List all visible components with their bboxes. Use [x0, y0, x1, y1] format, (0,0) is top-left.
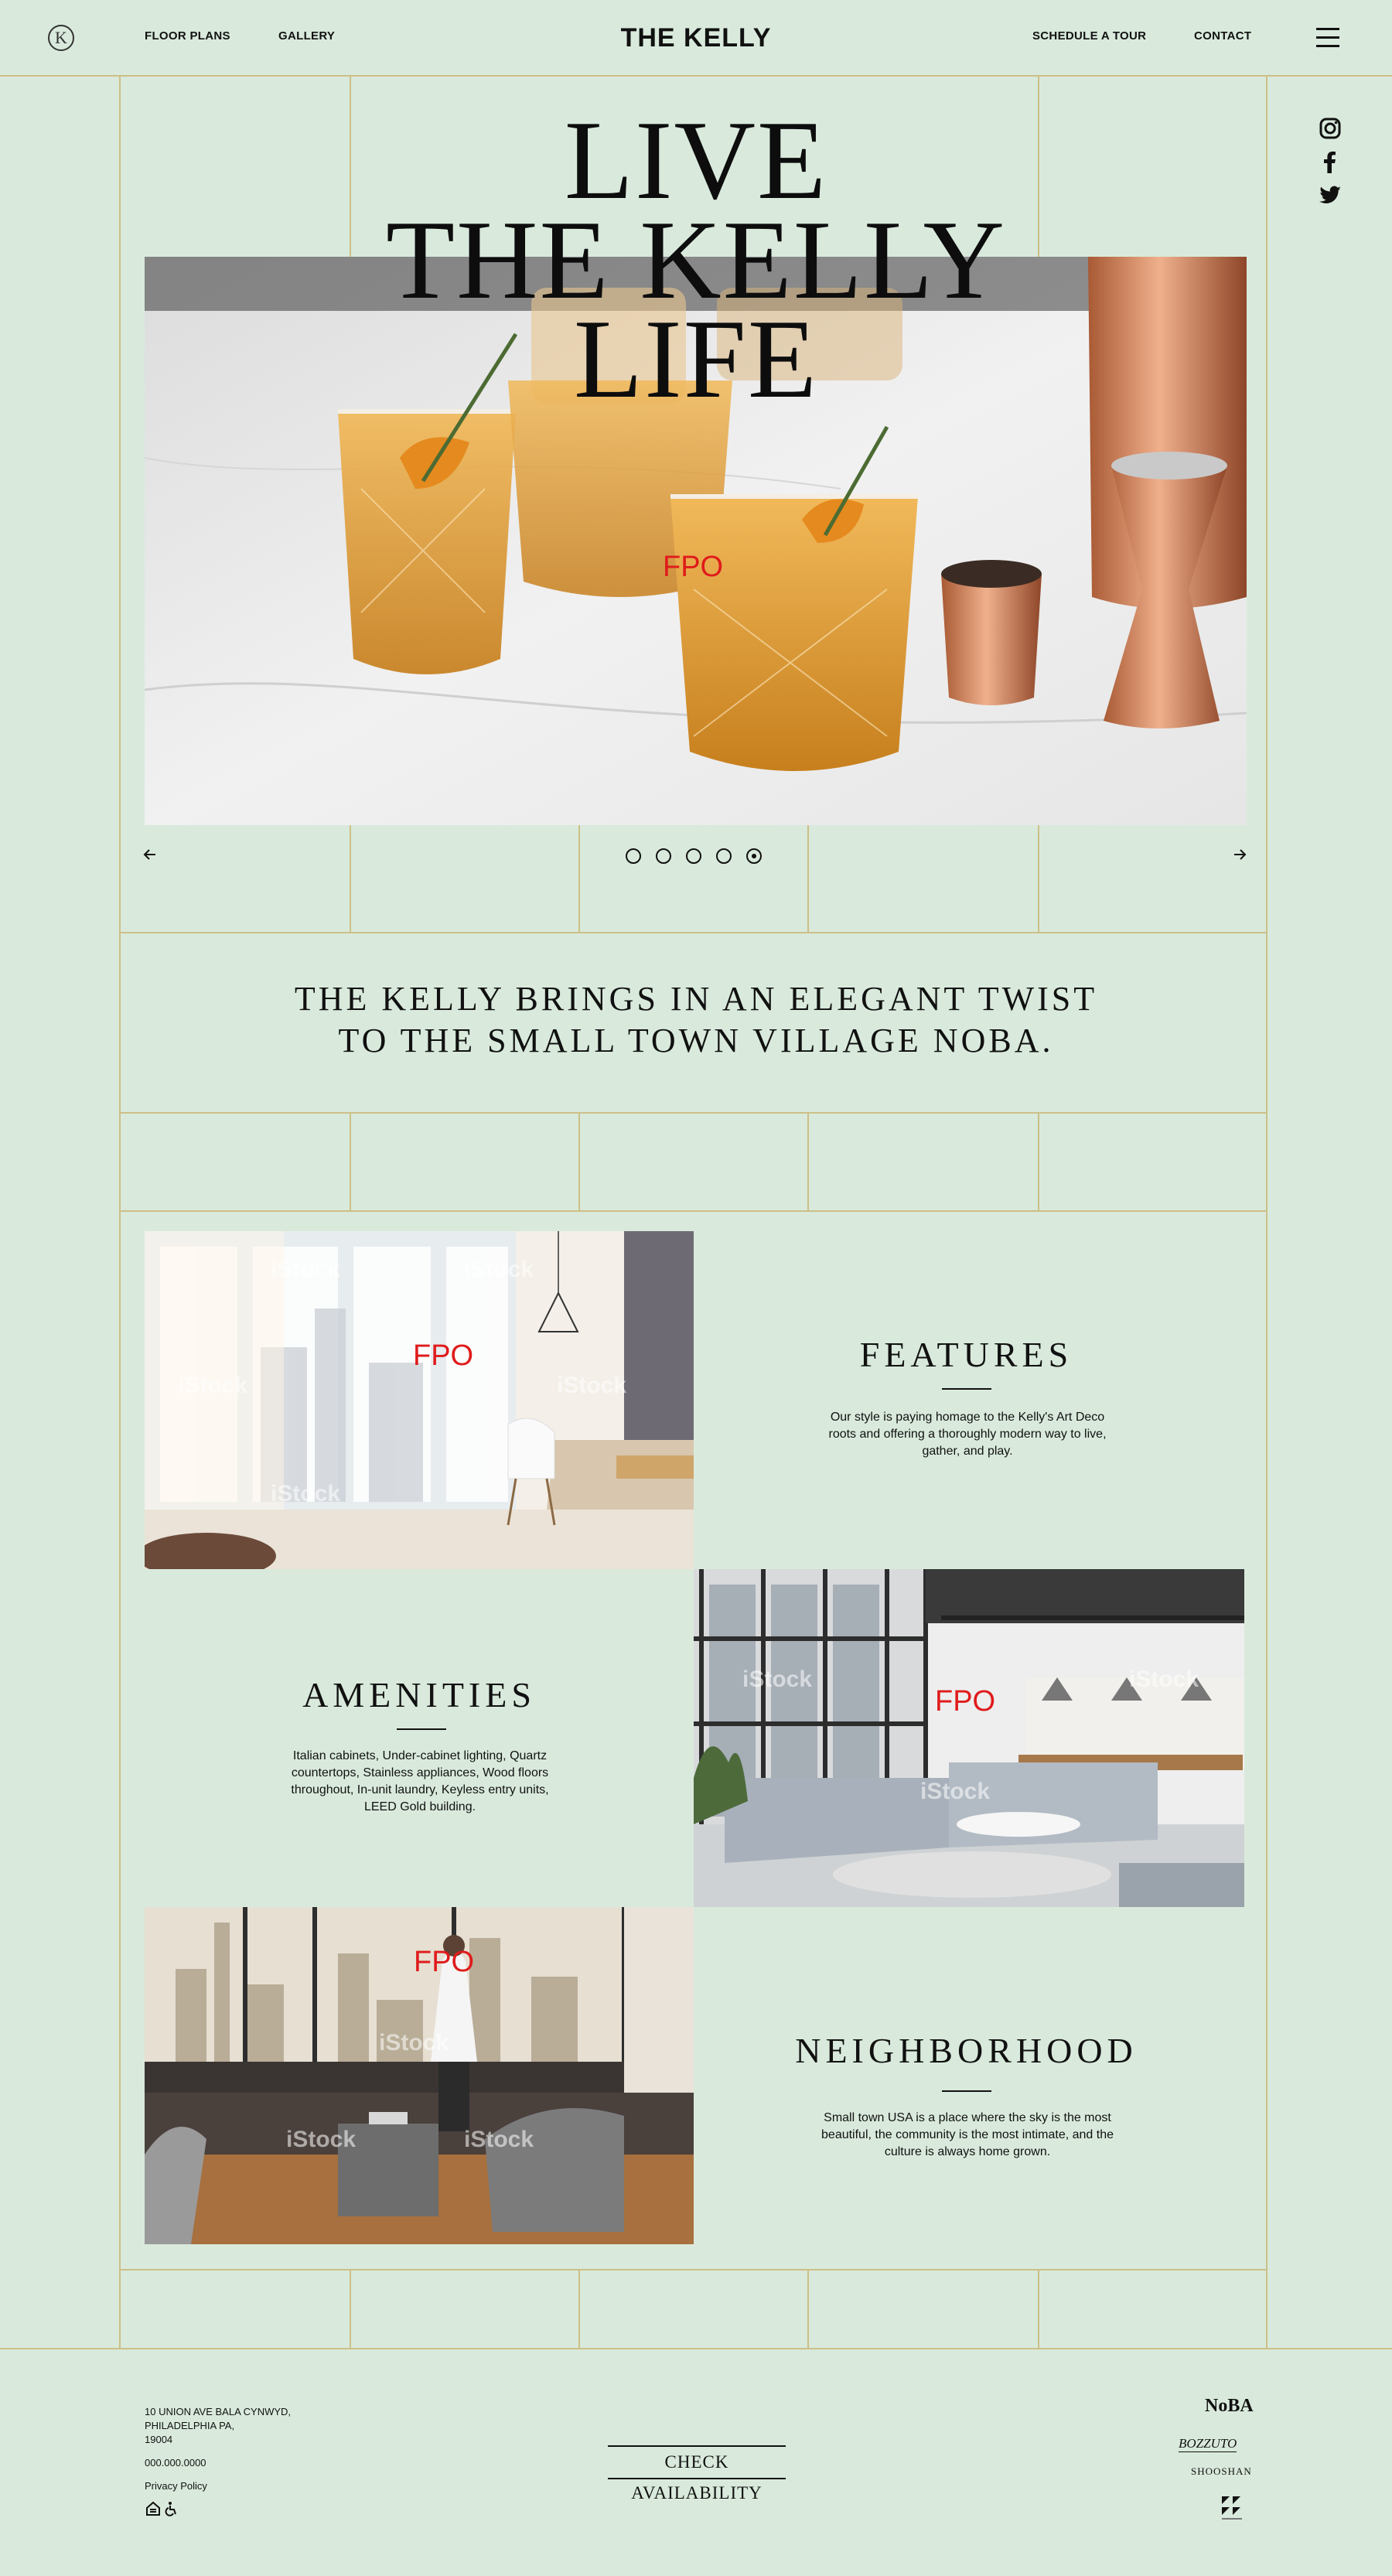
carousel-next-arrow-icon[interactable] [1233, 848, 1247, 861]
carousel-dot-3[interactable] [686, 848, 701, 864]
features-title: FEATURES [859, 1335, 1073, 1374]
partner-logo-icon [1222, 2496, 1242, 2520]
amenities-text: Italian cabinets, Under-cabinet lighting… [291, 1749, 549, 1813]
shooshan-logo: SHOOSHAN [1191, 2465, 1252, 2477]
equal-housing-icon [146, 2501, 160, 2516]
loft-photo [694, 1569, 1244, 1907]
carousel-dot-2[interactable] [656, 848, 671, 864]
noba-logo: NoBA [1205, 2396, 1254, 2416]
check-availability-button[interactable]: CHECK AVAILABILITY [608, 2445, 786, 2503]
carousel-prev-arrow-icon[interactable] [143, 848, 157, 861]
living-room-photo [145, 1231, 694, 1569]
neighborhood-divider [942, 2090, 991, 2092]
bozzuto-logo: BOZZUTO [1179, 2436, 1237, 2452]
menu-icon[interactable] [1316, 26, 1339, 49]
hero-title-line-1: LIVE [564, 97, 828, 223]
carousel-dot-1[interactable] [626, 848, 641, 864]
hero-title-line-2: THE KELLY [385, 197, 1007, 322]
tagline-line-1: THE KELLY BRINGS IN AN ELEGANT TWIST [294, 980, 1098, 1018]
amenities-divider [397, 1728, 446, 1730]
nav-contact[interactable]: CONTACT [1194, 29, 1251, 43]
carousel-dot-4[interactable] [716, 848, 732, 864]
brand-title[interactable]: THE KELLY [0, 23, 1392, 53]
fpo-label-amenities: FPO [935, 1685, 996, 1718]
nav-schedule-tour[interactable]: SCHEDULE A TOUR [1032, 29, 1146, 43]
fpo-label-features: FPO [413, 1339, 474, 1372]
neighborhood-title: NEIGHBORHOOD [795, 2031, 1138, 2070]
fpo-label-neighborhood: FPO [414, 1946, 475, 1978]
features-divider [942, 1388, 991, 1390]
address-line-3: 19004 [145, 2434, 173, 2445]
features-image: FPO [145, 1231, 694, 1569]
neighborhood-text: Small town USA is a place where the sky … [821, 2111, 1114, 2158]
address-line-1: 10 UNION AVE BALA CYNWYD, [145, 2406, 292, 2417]
fpo-label-hero: FPO [663, 551, 724, 583]
carousel-dot-5-active[interactable] [746, 848, 762, 864]
accessibility-icon [165, 2502, 176, 2516]
hero-title-line-3: LIFE [573, 296, 819, 421]
address-line-2: PHILADELPHIA PA, [145, 2420, 235, 2431]
amenities-image: FPO [694, 1569, 1244, 1907]
neighborhood-image: FPO [145, 1907, 694, 2244]
amenities-title: AMENITIES [302, 1675, 536, 1714]
privacy-policy-link[interactable]: Privacy Policy [145, 2479, 207, 2493]
tagline-line-2: TO THE SMALL TOWN VILLAGE NOBA. [338, 1022, 1054, 1059]
phone-number[interactable]: 000.000.0000 [145, 2456, 206, 2470]
features-text: Our style is paying homage to the Kelly'… [828, 1411, 1107, 1458]
